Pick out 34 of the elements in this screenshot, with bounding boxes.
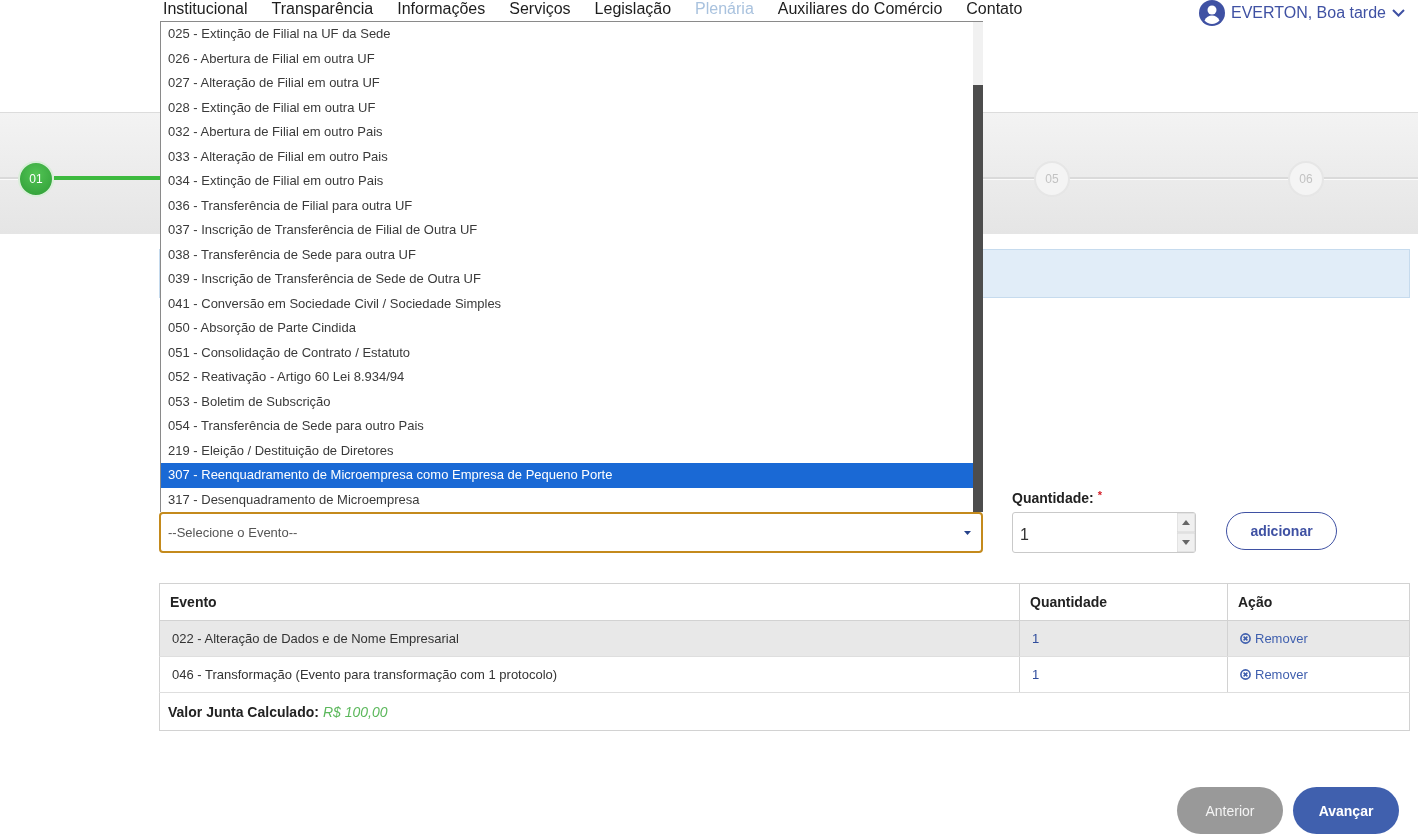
column-header: Quantidade [1019,583,1228,621]
nav-link[interactable]: Serviços [509,0,571,18]
user-greeting[interactable]: EVERTON, Boa tarde [1230,4,1386,22]
table-cell: 022 - Alteração de Dados e de Nome Empresarial [159,620,1020,657]
event-select[interactable]: --Selecione o Evento-- [159,512,983,553]
quantity-label: Quantidade: [1012,490,1094,507]
nav-link[interactable]: Transparência [271,0,374,18]
add-button[interactable]: adicionar [1226,512,1337,550]
caret-icon [964,530,971,535]
table-cell: 1 [1019,620,1228,657]
nav-link[interactable]: Auxiliares do Comércio [777,0,943,18]
table-cell: 046 - Transformação (Evento para transformação com 1 protocolo) [159,656,1020,693]
nav-link[interactable]: Legislação [594,0,672,18]
table-cell: 1 [1019,656,1228,693]
remove-icon [1240,668,1251,680]
nav-link[interactable]: Contato [966,0,1023,18]
dropdown-option[interactable]: 307 - Reenquadramento de Microempresa como Empresa de Pequeno Porte [161,463,973,488]
next-button[interactable]: Avançar [1293,787,1399,834]
quantity-input[interactable]: 1 [1012,512,1196,553]
chevron-down-icon[interactable] [1392,9,1405,17]
remove-link[interactable]: Remover [1240,666,1308,682]
required-mark: * [1097,490,1102,501]
user-avatar-icon[interactable] [1198,0,1225,26]
step-circle: 01 [18,161,54,197]
scrollbar[interactable] [973,22,983,512]
total-value: R$ 100,00 [322,703,388,720]
nav-link[interactable]: Informações [397,0,486,18]
column-header: Ação [1227,583,1410,621]
spin-arrows-icon[interactable] [1177,513,1195,552]
column-header: Evento [159,583,1020,621]
nav-link[interactable]: Institucional [163,0,248,18]
total-label: Valor Junta Calculado: [168,703,319,720]
remove-link[interactable]: Remover [1240,630,1308,646]
remove-icon [1240,632,1251,644]
